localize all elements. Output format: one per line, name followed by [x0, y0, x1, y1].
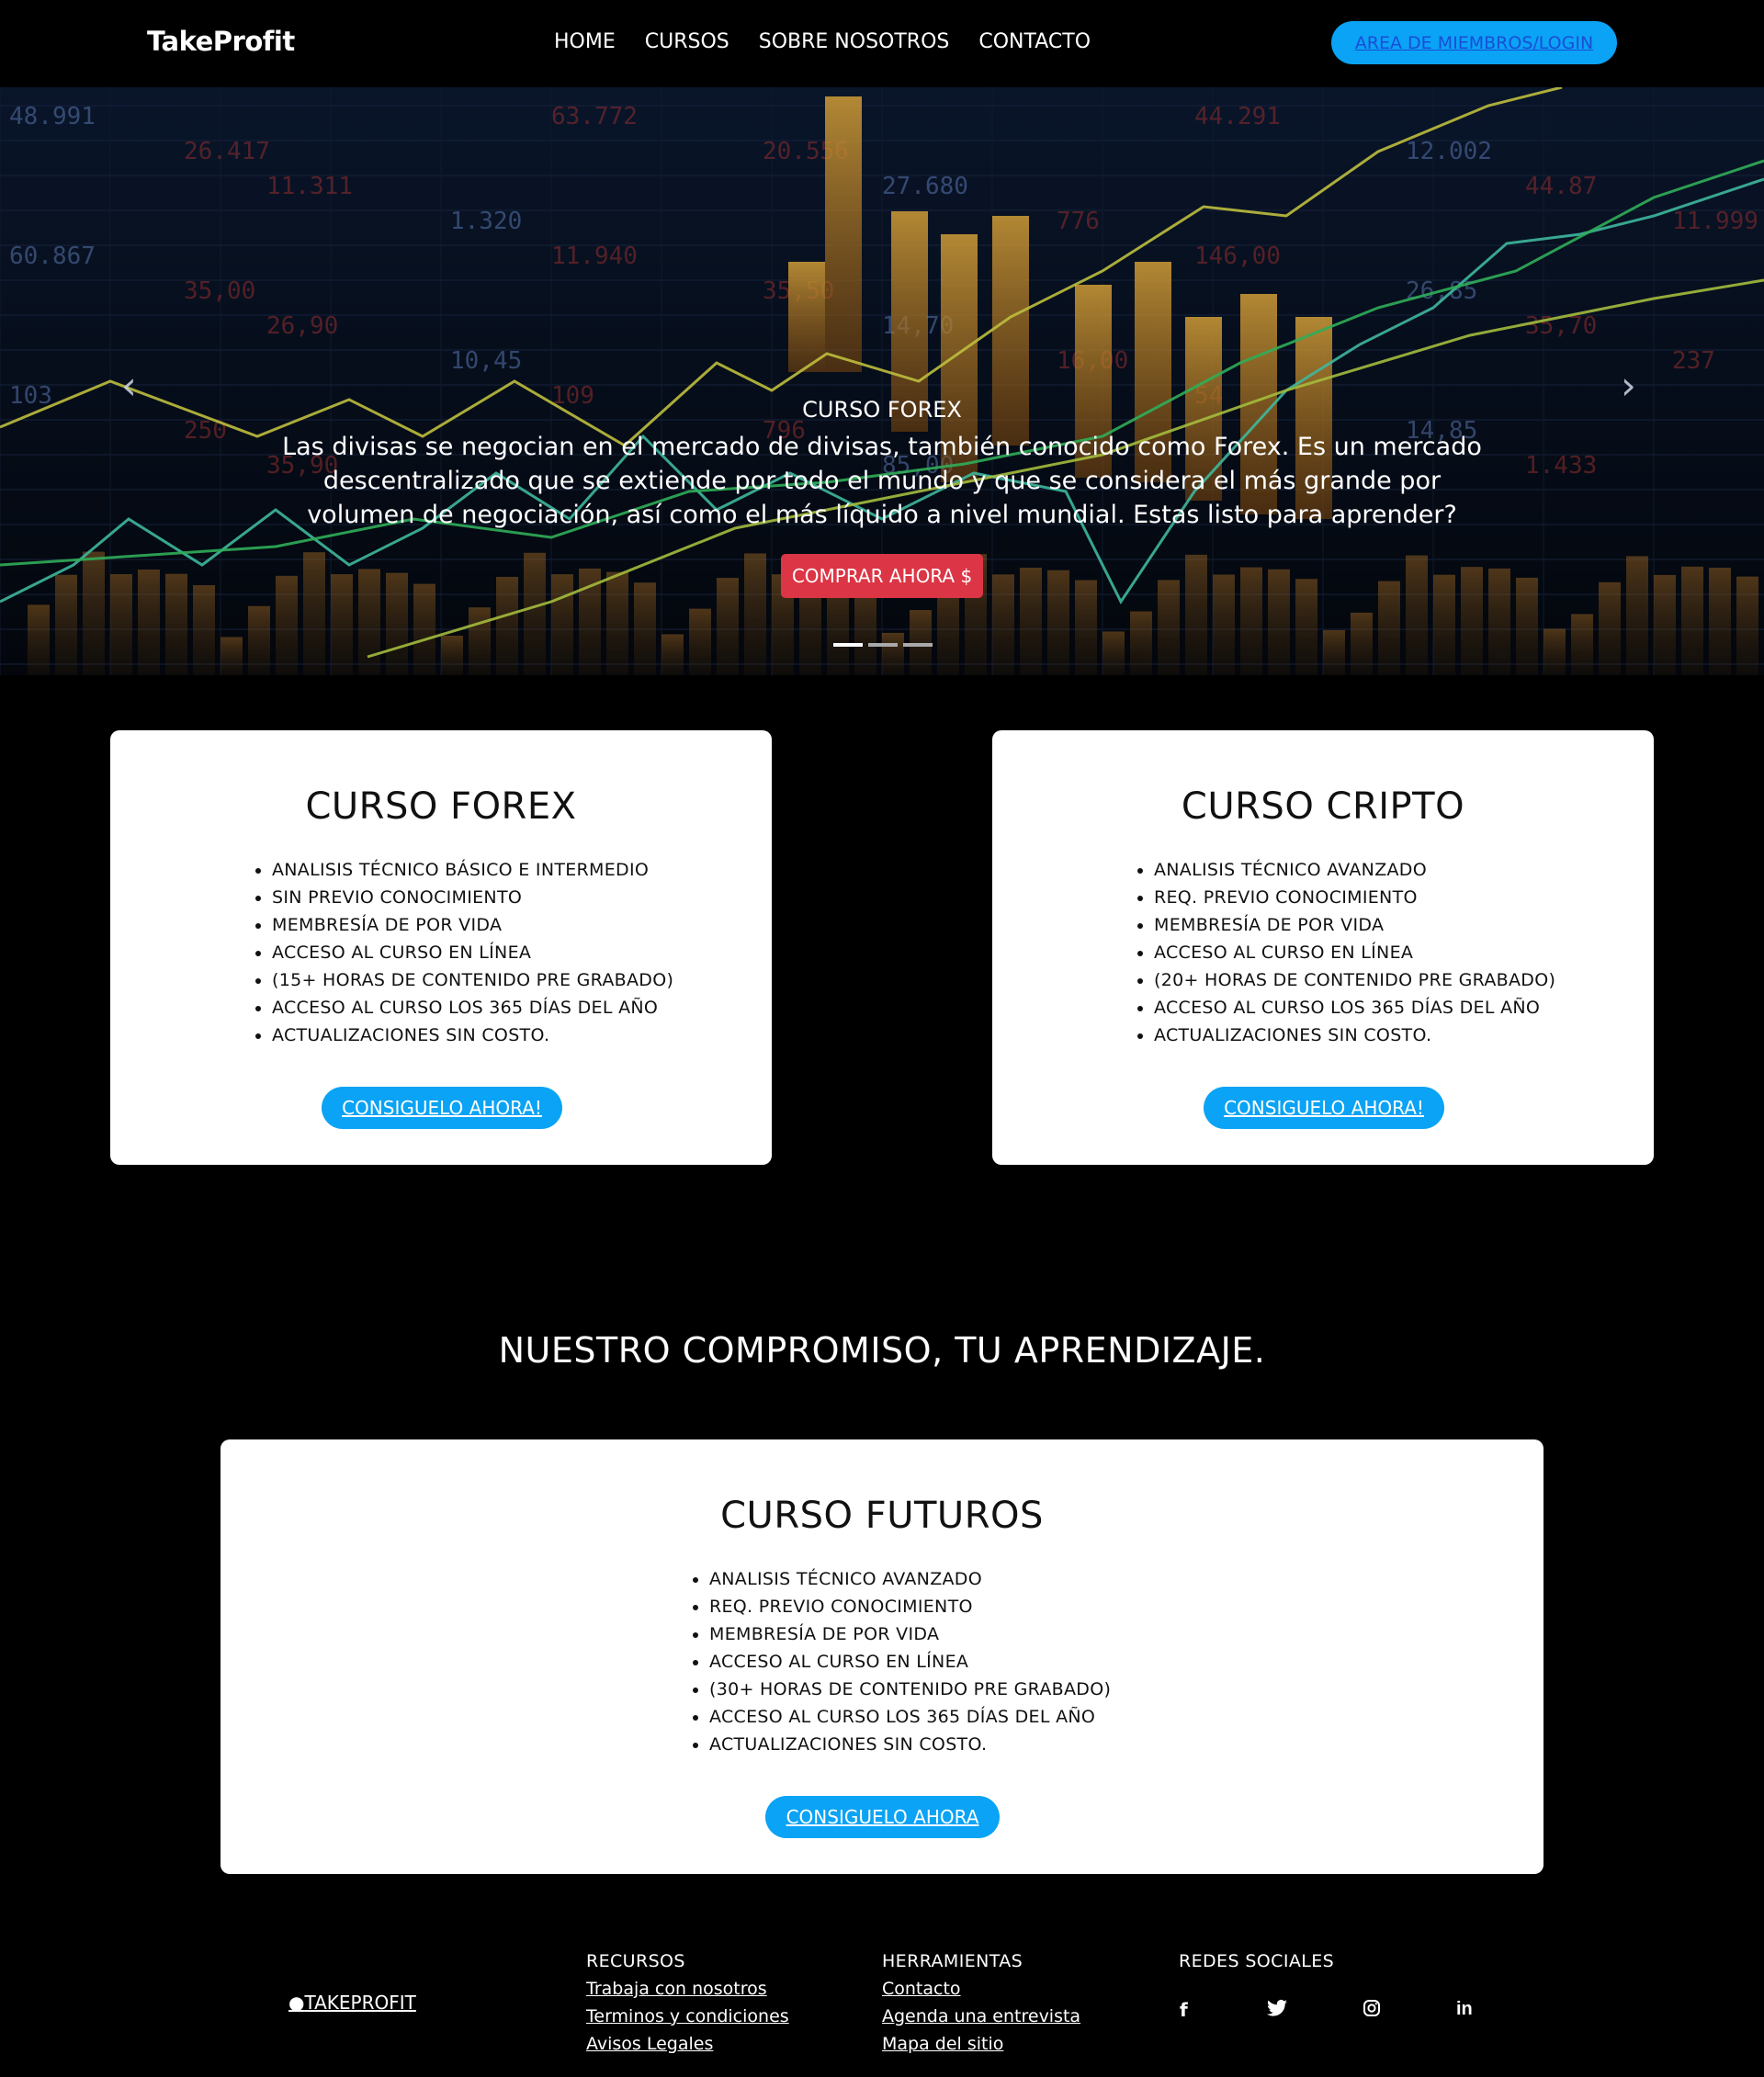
feature-item: ACCESO AL CURSO LOS 365 DÍAS DEL AÑO — [709, 1703, 1111, 1731]
feature-item: REQ. PREVIO CONOCIMIENTO — [1154, 884, 1555, 911]
feature-item: (15+ HORAS DE CONTENIDO PRE GRABADO) — [272, 966, 673, 994]
footer-link[interactable]: Avisos Legales — [586, 2030, 789, 2058]
footer-heading: HERRAMIENTAS — [882, 1951, 1023, 1971]
footer-logo[interactable]: ●TAKEPROFIT — [288, 1992, 416, 2014]
facebook-icon[interactable]: f — [1180, 1999, 1188, 2021]
carousel-indicator[interactable] — [903, 643, 933, 647]
feature-item: ANALISIS TÉCNICO AVANZADO — [1154, 856, 1555, 884]
feature-item: ACCESO AL CURSO EN LÍNEA — [709, 1648, 1111, 1676]
top-navbar: TakeProfit HOME CURSOS SOBRE NOSOTROS CO… — [0, 0, 1764, 87]
course-features: ANALISIS TÉCNICO AVANZADO REQ. PREVIO CO… — [685, 1565, 1111, 1758]
footer-heading: RECURSOS — [586, 1951, 685, 1971]
carousel-indicators — [833, 643, 933, 647]
course-features: ANALISIS TÉCNICO BÁSICO E INTERMEDIO SIN… — [248, 856, 673, 1049]
feature-item: ACTUALIZACIONES SIN COSTO. — [272, 1022, 673, 1049]
feature-item: (30+ HORAS DE CONTENIDO PRE GRABADO) — [709, 1676, 1111, 1703]
feature-item: REQ. PREVIO CONOCIMIENTO — [709, 1593, 1111, 1620]
footer-redes: REDES SOCIALES — [1179, 1947, 1334, 1975]
footer-heading: REDES SOCIALES — [1179, 1951, 1335, 1971]
footer-link[interactable]: Agenda una entrevista — [882, 2003, 1080, 2030]
course-title: CURSO CRIPTO — [1181, 785, 1465, 828]
carousel-caption-text: Las divisas se negocian en el mercado de… — [282, 433, 1482, 529]
course-card-cripto: CURSO CRIPTO ANALISIS TÉCNICO AVANZADO R… — [992, 730, 1654, 1165]
carousel-indicator[interactable] — [833, 643, 863, 647]
feature-item: ACCESO AL CURSO EN LÍNEA — [272, 939, 673, 966]
feature-item: SIN PREVIO CONOCIMIENTO — [272, 884, 673, 911]
footer-link[interactable]: Trabaja con nosotros — [586, 1975, 789, 2003]
footer-link[interactable]: Mapa del sitio — [882, 2030, 1080, 2058]
feature-item: ACTUALIZACIONES SIN COSTO. — [709, 1731, 1111, 1758]
brand-logo[interactable]: TakeProfit — [147, 26, 295, 57]
feature-item: ANALISIS TÉCNICO AVANZADO — [709, 1565, 1111, 1593]
logo-icon: ● — [288, 1992, 305, 2014]
footer-link[interactable]: Terminos y condiciones — [586, 2003, 789, 2030]
feature-item: MEMBRESÍA DE POR VIDA — [1154, 911, 1555, 939]
feature-item: ANALISIS TÉCNICO BÁSICO E INTERMEDIO — [272, 856, 673, 884]
feature-item: MEMBRESÍA DE POR VIDA — [272, 911, 673, 939]
commitment-heading: NUESTRO COMPROMISO, TU APRENDIZAJE. — [498, 1330, 1266, 1371]
hero-carousel: 48.991 63.772 44.291 26.417 20.556 12.002 11.3… — [0, 87, 1764, 675]
carousel-indicator[interactable] — [868, 643, 898, 647]
main-menu: HOME CURSOS SOBRE NOSOTROS CONTACTO — [554, 30, 1091, 53]
course-title: CURSO FUTUROS — [720, 1495, 1044, 1537]
nav-cursos[interactable]: CURSOS — [645, 30, 729, 53]
buy-now-button[interactable]: COMPRAR AHORA $ — [781, 554, 983, 598]
feature-item: ACCESO AL CURSO LOS 365 DÍAS DEL AÑO — [1154, 994, 1555, 1022]
nav-sobre-nosotros[interactable]: SOBRE NOSOTROS — [759, 30, 950, 53]
linkedin-icon[interactable]: in — [1456, 1999, 1473, 2020]
buy-cripto-button[interactable]: CONSIGUELO AHORA! — [1204, 1087, 1444, 1129]
feature-item: ACCESO AL CURSO EN LÍNEA — [1154, 939, 1555, 966]
twitter-icon[interactable] — [1267, 1999, 1287, 2022]
course-card-futuros: CURSO FUTUROS ANALISIS TÉCNICO AVANZADO … — [220, 1439, 1544, 1874]
feature-item: (20+ HORAS DE CONTENIDO PRE GRABADO) — [1154, 966, 1555, 994]
course-features: ANALISIS TÉCNICO AVANZADO REQ. PREVIO CO… — [1130, 856, 1555, 1049]
footer-link[interactable]: Contacto — [882, 1975, 1080, 2003]
nav-contacto[interactable]: CONTACTO — [978, 30, 1091, 53]
nav-home[interactable]: HOME — [554, 30, 616, 53]
buy-futuros-button[interactable]: CONSIGUELO AHORA — [765, 1796, 1000, 1838]
course-card-forex: CURSO FOREX ANALISIS TÉCNICO BÁSICO E IN… — [110, 730, 772, 1165]
course-title: CURSO FOREX — [305, 785, 577, 828]
footer-recursos: RECURSOS Trabaja con nosotros Terminos y… — [586, 1947, 789, 2058]
instagram-icon[interactable] — [1363, 1999, 1381, 2022]
feature-item: ACCESO AL CURSO LOS 365 DÍAS DEL AÑO — [272, 994, 673, 1022]
buy-forex-button[interactable]: CONSIGUELO AHORA! — [322, 1087, 562, 1129]
footer-logo-text: TAKEPROFIT — [304, 1992, 416, 2014]
feature-item: ACTUALIZACIONES SIN COSTO. — [1154, 1022, 1555, 1049]
footer-herramientas: HERRAMIENTAS Contacto Agenda una entrevi… — [882, 1947, 1080, 2058]
feature-item: MEMBRESÍA DE POR VIDA — [709, 1620, 1111, 1648]
carousel-caption-title: CURSO FOREX — [802, 397, 962, 423]
login-button[interactable]: AREA DE MIEMBROS/LOGIN — [1331, 21, 1617, 64]
